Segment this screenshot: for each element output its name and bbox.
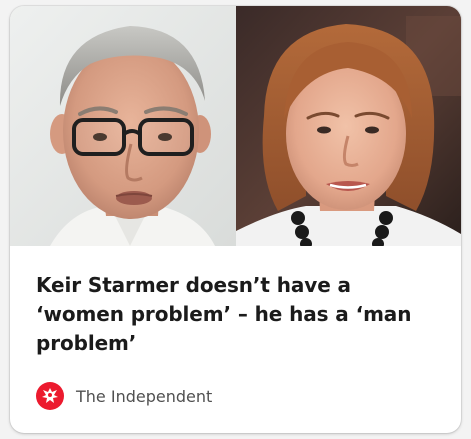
source-name: The Independent [76, 386, 213, 406]
man-portrait-image [10, 6, 236, 246]
article-source[interactable]: The Independent [36, 380, 212, 412]
eagle-icon [36, 382, 64, 410]
article-image[interactable] [10, 6, 461, 246]
woman-portrait-image [236, 6, 461, 246]
news-card[interactable]: Keir Starmer doesn’t have a ‘women probl… [10, 6, 461, 433]
article-headline[interactable]: Keir Starmer doesn’t have a ‘women probl… [36, 271, 441, 358]
